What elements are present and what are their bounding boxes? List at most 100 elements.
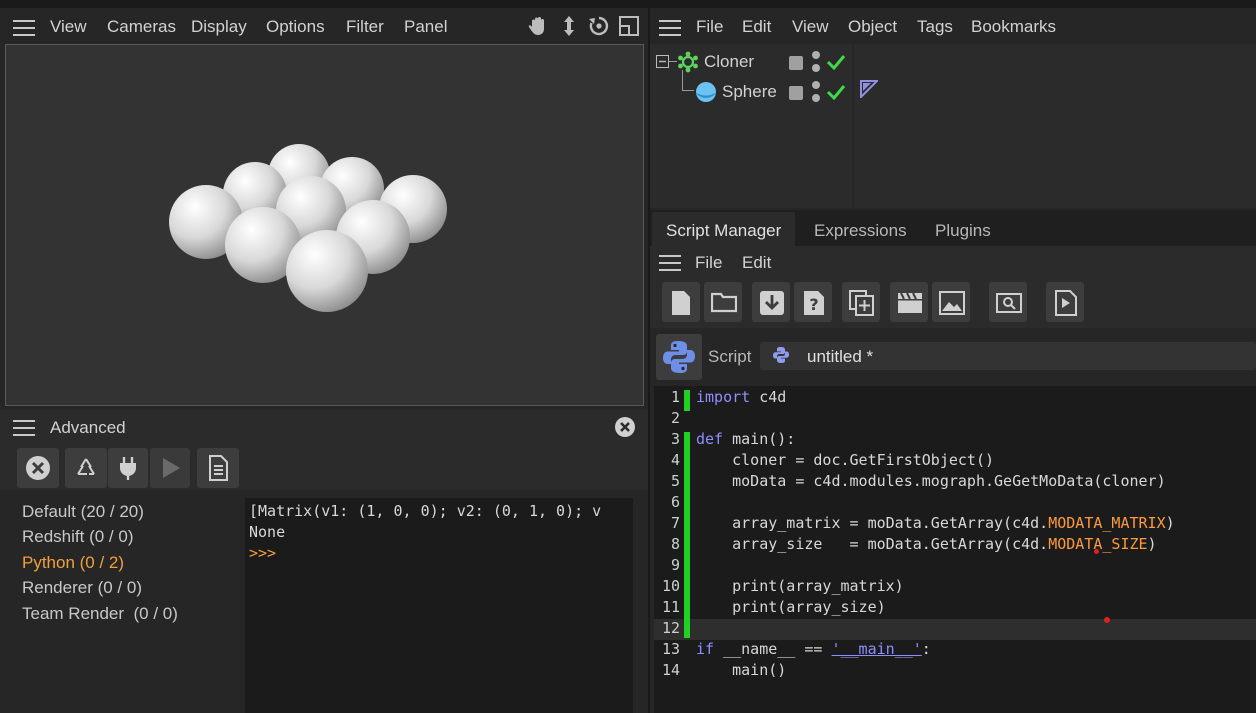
category-renderer[interactable]: Renderer (0 / 0) [22,578,142,598]
tab-label: Script Manager [666,221,782,240]
line-number: 13 [661,640,680,658]
clapper-icon [898,292,922,313]
enabled-check-icon[interactable] [826,84,846,100]
code-line: moData = c4d.modules.mograph.GeGetMoData… [696,472,1166,490]
new-script-button[interactable] [662,282,700,322]
code-line: cloner = doc.GetFirstObject() [696,451,995,469]
tree-connector [682,70,683,90]
move-arrows-icon[interactable] [558,15,580,37]
cloner-icon [678,51,698,73]
console-toolbar [0,444,648,490]
console-panel: Advanced Default (20 / 20) Redshift (0 /… [0,410,648,713]
object-name[interactable]: Sphere [722,82,777,102]
new-file-icon [672,291,690,315]
sm-menu-edit[interactable]: Edit [742,253,771,273]
menu-filter[interactable]: Filter [346,17,384,37]
script-label: Script [708,347,752,366]
menu-options[interactable]: Options [266,17,325,37]
om-menu-object[interactable]: Object [848,17,897,37]
om-menu-edit[interactable]: Edit [742,17,771,37]
script-dropdown[interactable]: untitled * [760,342,1256,370]
python-icon [663,341,695,373]
execute-icon [1055,290,1077,316]
line-number: 4 [670,451,680,469]
enabled-check-icon[interactable] [826,54,846,70]
python-small-icon [773,347,789,363]
plugin-button[interactable] [108,448,148,488]
om-menu-bookmarks[interactable]: Bookmarks [971,17,1056,37]
code-line: import c4d [696,388,787,406]
top-strip [0,0,648,8]
recycle-button[interactable] [65,448,107,488]
console-category-list: Default (20 / 20) Redshift (0 / 0) Pytho… [0,498,244,713]
visibility-dots-icon[interactable] [812,81,820,103]
line-number: 8 [670,535,680,553]
code-line: array_size = moData.GetArray(c4d.MODATA_… [696,535,1157,553]
keyword: import [696,388,751,406]
phong-tag-icon[interactable] [860,80,878,98]
code-line: def main(): [696,430,796,448]
edit-layer-icon[interactable] [789,86,803,100]
image-icon [939,291,965,315]
om-menu-view[interactable]: View [792,17,829,37]
svg-text:?: ? [809,295,818,314]
folder-icon [711,292,737,313]
menu-view[interactable]: View [50,17,87,37]
tab-script-manager[interactable]: Script Manager [652,212,795,246]
om-menu-icon[interactable] [659,20,681,36]
om-menu-tags[interactable]: Tags [917,17,953,37]
viewport-layout-icon[interactable] [618,15,640,37]
add-script-button[interactable] [842,282,880,322]
code-editor[interactable]: 1 import c4d 2 3 def main(): 4 cloner = do… [654,386,1256,713]
help-button[interactable]: ? [794,282,832,322]
console-menu-icon[interactable] [13,420,35,436]
menu-cameras[interactable]: Cameras [107,17,176,37]
script-selector-row: Script untitled * [650,330,1256,382]
3d-viewport[interactable] [5,44,644,406]
category-default[interactable]: Default (20 / 20) [22,502,144,522]
output-line: None [249,523,286,541]
menu-display[interactable]: Display [191,17,247,37]
string-literal: '__main__' [831,640,922,658]
execute-button[interactable] [1046,282,1084,322]
console-title: Advanced [50,418,126,437]
tree-row-cloner[interactable]: Cloner [650,48,852,76]
viewport-menu-icon[interactable] [13,20,35,36]
keyword: def [696,430,724,448]
close-panel-icon[interactable] [614,416,636,438]
image-button[interactable] [932,282,970,322]
edit-layer-icon[interactable] [789,56,803,70]
menu-panel[interactable]: Panel [404,17,447,37]
hand-pan-icon[interactable] [527,15,549,37]
download-button[interactable] [752,282,790,322]
line-number: 14 [661,661,680,679]
clear-console-button[interactable] [17,448,59,488]
console-output[interactable]: [Matrix(v1: (1, 0, 0); v2: (0, 1, 0); v … [245,498,633,713]
tab-expressions[interactable]: Expressions [814,221,907,241]
line-number: 2 [670,409,680,427]
line-number: 10 [661,577,680,595]
object-name[interactable]: Cloner [704,52,754,72]
cursor-dot [1094,549,1099,554]
rotate-icon[interactable] [588,15,610,37]
run-button[interactable] [150,448,190,488]
clapper-button[interactable] [890,282,928,322]
category-python[interactable]: Python (0 / 2) [22,553,124,573]
sm-menu-icon[interactable] [659,255,681,271]
visibility-dots-icon[interactable] [812,51,820,73]
category-team-render[interactable]: Team Render (0 / 0) [22,604,178,624]
browse-button[interactable] [989,282,1027,322]
console-header: Advanced [0,410,648,444]
sm-menu-file[interactable]: File [695,253,722,273]
tree-row-sphere[interactable]: Sphere [650,70,852,106]
search-folder-icon [996,293,1022,313]
om-menu-file[interactable]: File [696,17,723,37]
document-button[interactable] [197,448,239,488]
tab-plugins[interactable]: Plugins [935,221,991,241]
console-scrollbar[interactable] [635,498,645,713]
code-line: if __name__ == '__main__': [696,640,931,658]
collapse-toggle-icon[interactable] [656,55,669,68]
category-redshift[interactable]: Redshift (0 / 0) [22,527,134,547]
tree-connector [682,90,694,91]
open-folder-button[interactable] [704,282,742,322]
